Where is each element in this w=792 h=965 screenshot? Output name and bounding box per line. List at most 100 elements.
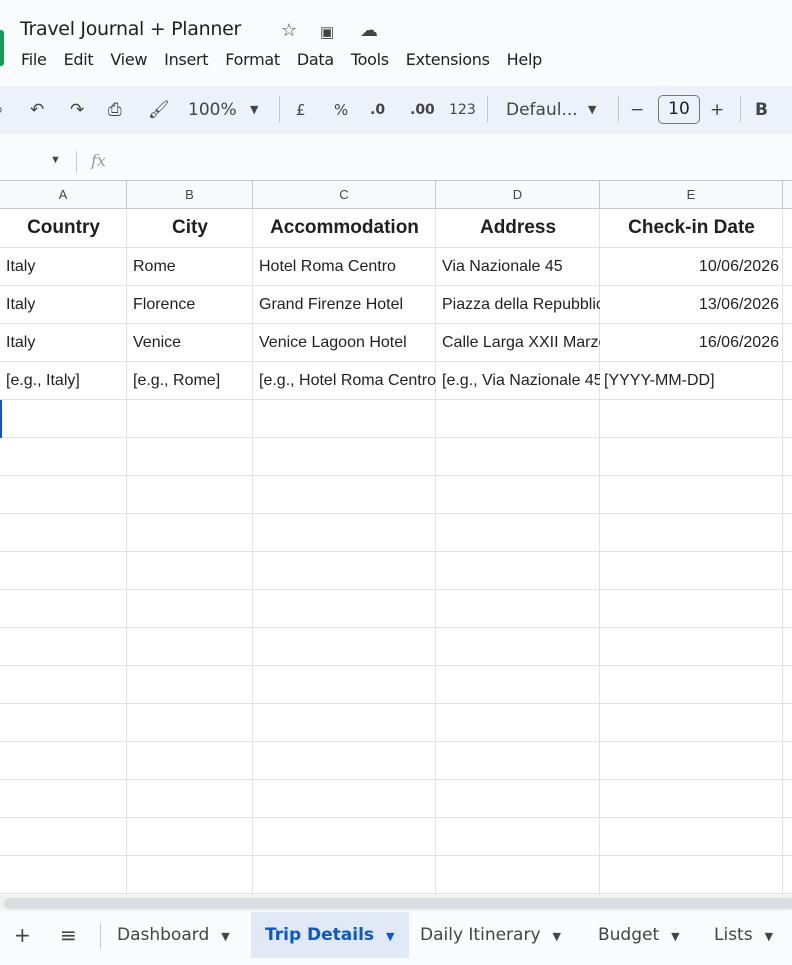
font-select[interactable]: Defaul... (506, 86, 578, 134)
header-cell[interactable]: Check-in Date (600, 209, 783, 247)
column-header-c[interactable]: C (253, 180, 436, 209)
header-cell[interactable]: City (127, 209, 253, 247)
gridline (0, 779, 792, 780)
redo-icon[interactable]: ↷ (70, 86, 84, 134)
sheet-tab-lists[interactable]: Lists ▼ (700, 912, 787, 958)
table-cell[interactable]: Calle Larga XXII Marzo (436, 324, 600, 362)
table-cell[interactable]: [YYYY-MM-DD] (600, 362, 783, 400)
font-size-input[interactable]: 10 (658, 95, 700, 124)
gridline (0, 551, 792, 552)
column-header-e[interactable]: E (600, 180, 783, 209)
sheet-tab-daily-itinerary[interactable]: Daily Itinerary ▼ (406, 912, 575, 958)
menu-extensions[interactable]: Extensions (406, 50, 490, 69)
name-box-dropdown[interactable]: ▼ (50, 154, 61, 166)
table-cell[interactable]: Italy (0, 248, 127, 286)
chevron-down-icon[interactable]: ▼ (221, 930, 229, 943)
gridline (0, 437, 792, 438)
menu-insert[interactable]: Insert (164, 50, 208, 69)
chevron-down-icon[interactable]: ▼ (588, 86, 596, 134)
decrease-decimal-button[interactable]: .0 (370, 86, 385, 134)
column-header-f[interactable] (783, 180, 792, 209)
divider (618, 96, 619, 122)
tab-label: Dashboard (117, 925, 210, 945)
add-sheet-button[interactable]: + (0, 912, 45, 958)
document-title[interactable]: Travel Journal + Planner (20, 18, 241, 40)
spreadsheet-grid[interactable]: A B C D E Country City Accommodation Address Chec… (0, 180, 792, 895)
search-icon[interactable]: ⌕ (0, 86, 4, 134)
column-header-d[interactable]: D (436, 180, 600, 209)
column-header-b[interactable]: B (127, 180, 253, 209)
chevron-down-icon[interactable]: ▼ (765, 930, 773, 943)
menu-file[interactable]: File (21, 50, 47, 69)
tab-label: Budget (598, 925, 660, 945)
zoom-select[interactable]: 100% (188, 86, 237, 134)
header-cell[interactable]: Address (436, 209, 600, 247)
tab-label: Daily Itinerary (420, 925, 541, 945)
tab-label: Lists (714, 925, 753, 945)
chevron-down-icon[interactable]: ▼ (553, 930, 561, 943)
divider (76, 151, 77, 173)
column-header-a[interactable]: A (0, 180, 127, 209)
table-cell[interactable]: [e.g., Italy] (0, 362, 127, 400)
divider (740, 96, 741, 122)
table-cell[interactable]: Venice (127, 324, 253, 362)
star-icon[interactable]: ☆ (281, 20, 297, 41)
all-sheets-menu-icon[interactable]: ≡ (46, 912, 91, 958)
increase-font-size-button[interactable]: + (710, 86, 724, 134)
table-cell[interactable]: 16/06/2026 (600, 324, 783, 362)
formula-input[interactable] (120, 146, 790, 178)
table-cell[interactable]: Florence (127, 286, 253, 324)
increase-decimal-button[interactable]: .00 (410, 86, 435, 134)
table-cell[interactable]: Venice Lagoon Hotel (253, 324, 436, 362)
sheets-logo[interactable] (0, 30, 4, 66)
gridline (0, 741, 792, 742)
menu-view[interactable]: View (110, 50, 147, 69)
table-cell[interactable]: Rome (127, 248, 253, 286)
sheet-tab-budget[interactable]: Budget ▼ (584, 912, 694, 958)
bold-button[interactable]: B (755, 86, 768, 134)
gridline (0, 855, 792, 856)
scrollbar-thumb[interactable] (4, 898, 792, 909)
print-icon[interactable]: ⎙ (108, 86, 122, 134)
table-cell[interactable]: 13/06/2026 (600, 286, 783, 324)
gridline (0, 665, 792, 666)
table-cell[interactable]: Via Nazionale 45 (436, 248, 600, 286)
table-cell[interactable]: Italy (0, 324, 127, 362)
menu-data[interactable]: Data (297, 50, 334, 69)
menu-edit[interactable]: Edit (64, 50, 94, 69)
table-cell[interactable]: [e.g., Rome] (127, 362, 253, 400)
menu-help[interactable]: Help (507, 50, 543, 69)
table-cell[interactable]: Grand Firenze Hotel (253, 286, 436, 324)
move-folder-icon[interactable]: ▣ (320, 23, 334, 41)
header-cell[interactable]: Country (0, 209, 127, 247)
gridline (0, 589, 792, 590)
table-cell[interactable]: Hotel Roma Centro (253, 248, 436, 286)
number-format-button[interactable]: 123 (449, 86, 476, 134)
paint-format-icon[interactable]: 🖌 (148, 86, 170, 134)
table-cell[interactable]: 10/06/2026 (600, 248, 783, 286)
divider (100, 923, 101, 949)
chevron-down-icon[interactable]: ▼ (386, 930, 394, 943)
sheet-tab-trip-details[interactable]: Trip Details ▼ (251, 912, 409, 958)
sheet-tab-dashboard[interactable]: Dashboard ▼ (103, 912, 244, 958)
divider (487, 96, 488, 122)
menu-format[interactable]: Format (225, 50, 280, 69)
chevron-down-icon[interactable]: ▼ (250, 86, 258, 134)
table-cell-overflow[interactable] (783, 362, 792, 400)
percent-button[interactable]: % (334, 86, 348, 134)
cloud-saved-icon[interactable]: ☁ (360, 20, 378, 41)
undo-icon[interactable]: ↶ (30, 86, 44, 134)
table-cell[interactable]: [e.g., Hotel Roma Centro] (253, 362, 436, 400)
header-cell[interactable]: Accommodation (253, 209, 436, 247)
menu-tools[interactable]: Tools (351, 50, 389, 69)
chevron-down-icon[interactable]: ▼ (671, 930, 679, 943)
table-cell[interactable]: Italy (0, 286, 127, 324)
decrease-font-size-button[interactable]: − (630, 86, 644, 134)
tab-label: Trip Details (265, 925, 375, 945)
currency-button[interactable]: £ (296, 86, 306, 134)
table-cell[interactable]: Piazza della Repubblica (436, 286, 600, 324)
table-cell[interactable]: [e.g., Via Nazionale 45] (436, 362, 600, 400)
gridline (0, 703, 792, 704)
gridline (0, 893, 792, 894)
gridline (0, 475, 792, 476)
